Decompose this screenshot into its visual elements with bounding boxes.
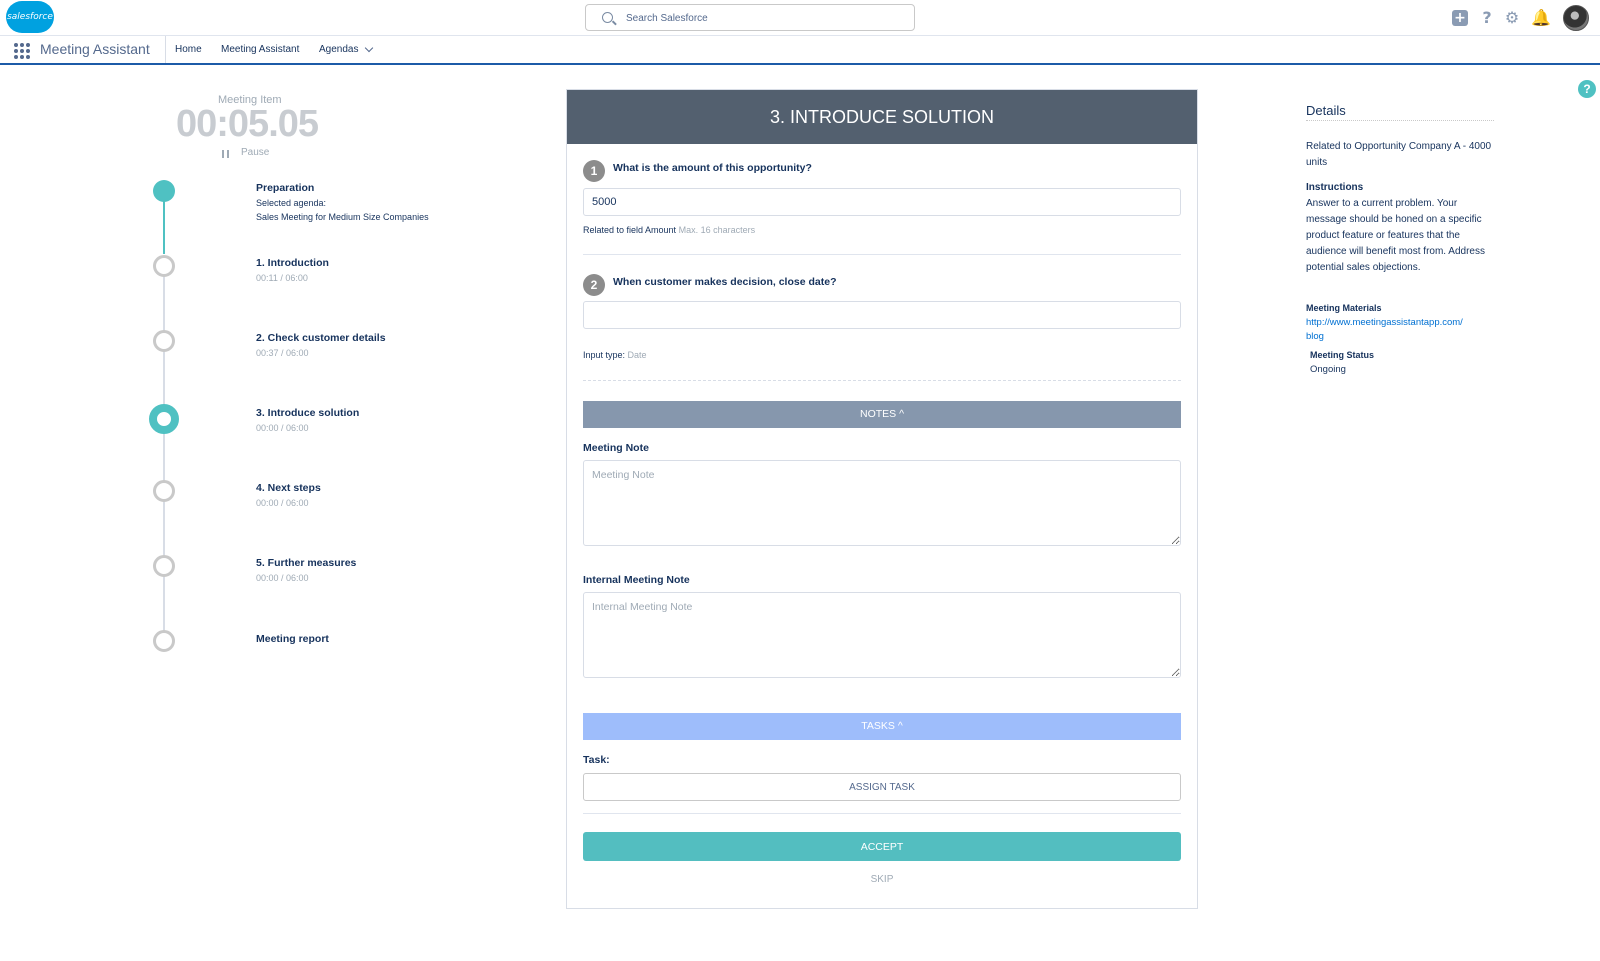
status-heading: Meeting Status <box>1310 350 1375 360</box>
amount-input[interactable] <box>583 188 1181 216</box>
app-name: Meeting Assistant <box>40 41 150 57</box>
gear-icon[interactable]: ⚙ <box>1503 9 1521 27</box>
timeline-dot-check-customer[interactable] <box>153 330 175 352</box>
materials-heading: Meeting Materials <box>1306 303 1382 313</box>
divider <box>583 380 1181 381</box>
materials-link[interactable]: http://www.meetingassistantapp.com/blog <box>1306 316 1466 344</box>
timeline-item-title[interactable]: Preparation <box>256 182 314 194</box>
global-search[interactable] <box>585 4 915 31</box>
timeline-item-time: 00:00 / 06:00 <box>256 573 309 583</box>
notes-section-toggle[interactable]: NOTES ^ <box>583 401 1181 428</box>
divider <box>583 254 1181 255</box>
timeline-dot-next-steps[interactable] <box>153 480 175 502</box>
timeline-item-sub: Selected agenda: <box>256 198 327 208</box>
timeline-item-title[interactable]: 5. Further measures <box>256 557 356 569</box>
meeting-note-label: Meeting Note <box>583 442 649 454</box>
timeline-item-time: 00:00 / 06:00 <box>256 498 309 508</box>
accept-button[interactable]: ACCEPT <box>583 832 1181 861</box>
internal-note-label: Internal Meeting Note <box>583 574 690 586</box>
details-related: Related to Opportunity Company A - 4000 … <box>1306 141 1492 168</box>
question-text: What is the amount of this opportunity? <box>613 162 812 174</box>
meeting-step-card: 3. INTRODUCE SOLUTION 1 What is the amou… <box>566 89 1198 909</box>
global-header: salesforce + ? ⚙ 🔔 <box>0 0 1600 36</box>
details-divider <box>1306 120 1494 121</box>
timer-value: 00:05.05 <box>176 103 319 145</box>
step-title: 3. INTRODUCE SOLUTION <box>567 90 1197 144</box>
timeline-item-title[interactable]: 1. Introduction <box>256 257 329 269</box>
nav-item-meeting-assistant[interactable]: Meeting Assistant <box>221 44 299 55</box>
search-icon <box>602 12 613 23</box>
timeline-item-time: 00:00 / 06:00 <box>256 423 309 433</box>
divider <box>583 813 1181 814</box>
instructions-text: Answer to a current problem. Your messag… <box>1306 198 1485 273</box>
skip-button[interactable]: SKIP <box>567 874 1197 885</box>
timeline-dot-preparation[interactable] <box>153 180 175 202</box>
tasks-section-toggle[interactable]: TASKS ^ <box>583 713 1181 740</box>
pause-icon[interactable] <box>222 150 229 158</box>
timeline-progress-line <box>163 196 165 254</box>
close-date-hint: Input type: Date <box>583 350 647 360</box>
timeline-item-title[interactable]: Meeting report <box>256 633 329 645</box>
timeline-dot-further-measures[interactable] <box>153 555 175 577</box>
app-nav: Meeting Assistant Home Meeting Assistant… <box>0 36 1600 65</box>
close-date-input[interactable] <box>583 301 1181 329</box>
amount-hint: Related to field Amount Max. 16 characte… <box>583 225 756 235</box>
timeline-dot-introduction[interactable] <box>153 255 175 277</box>
avatar[interactable] <box>1563 5 1589 31</box>
timeline-item-title[interactable]: 4. Next steps <box>256 482 321 494</box>
search-input[interactable] <box>626 9 896 27</box>
timeline-item-time: 00:37 / 06:00 <box>256 348 309 358</box>
nav-item-agendas[interactable]: Agendas <box>319 44 358 55</box>
details-title: Details <box>1306 103 1346 118</box>
pause-button[interactable]: Pause <box>241 147 269 158</box>
help-icon[interactable]: ? <box>1478 9 1496 27</box>
status-value: Ongoing <box>1310 364 1346 375</box>
task-label: Task: <box>583 754 610 766</box>
instructions-heading: Instructions <box>1306 182 1364 193</box>
timeline-dot-introduce-solution[interactable] <box>149 404 179 434</box>
meeting-note-textarea[interactable] <box>583 460 1181 546</box>
assign-task-button[interactable]: ASSIGN TASK <box>583 773 1181 801</box>
timeline-item-time: 00:11 / 06:00 <box>256 273 308 283</box>
question-text: When customer makes decision, close date… <box>613 276 837 288</box>
timeline-item-title[interactable]: 2. Check customer details <box>256 332 386 344</box>
bell-icon[interactable]: 🔔 <box>1531 9 1551 27</box>
timeline-item-title[interactable]: 3. Introduce solution <box>256 407 359 419</box>
nav-item-home[interactable]: Home <box>175 44 202 55</box>
question-number: 2 <box>583 274 605 296</box>
timeline-dot-meeting-report[interactable] <box>153 630 175 652</box>
chevron-down-icon[interactable] <box>364 43 374 53</box>
question-number: 1 <box>583 160 605 182</box>
timeline-item-agenda: Sales Meeting for Medium Size Companies <box>256 212 429 222</box>
internal-note-textarea[interactable] <box>583 592 1181 678</box>
nav-divider <box>165 36 166 63</box>
plus-icon[interactable]: + <box>1452 10 1468 26</box>
timeline-line <box>163 268 165 640</box>
app-launcher-icon[interactable] <box>14 43 30 59</box>
help-circle-icon[interactable]: ? <box>1578 80 1596 98</box>
salesforce-logo[interactable]: salesforce <box>6 1 54 33</box>
